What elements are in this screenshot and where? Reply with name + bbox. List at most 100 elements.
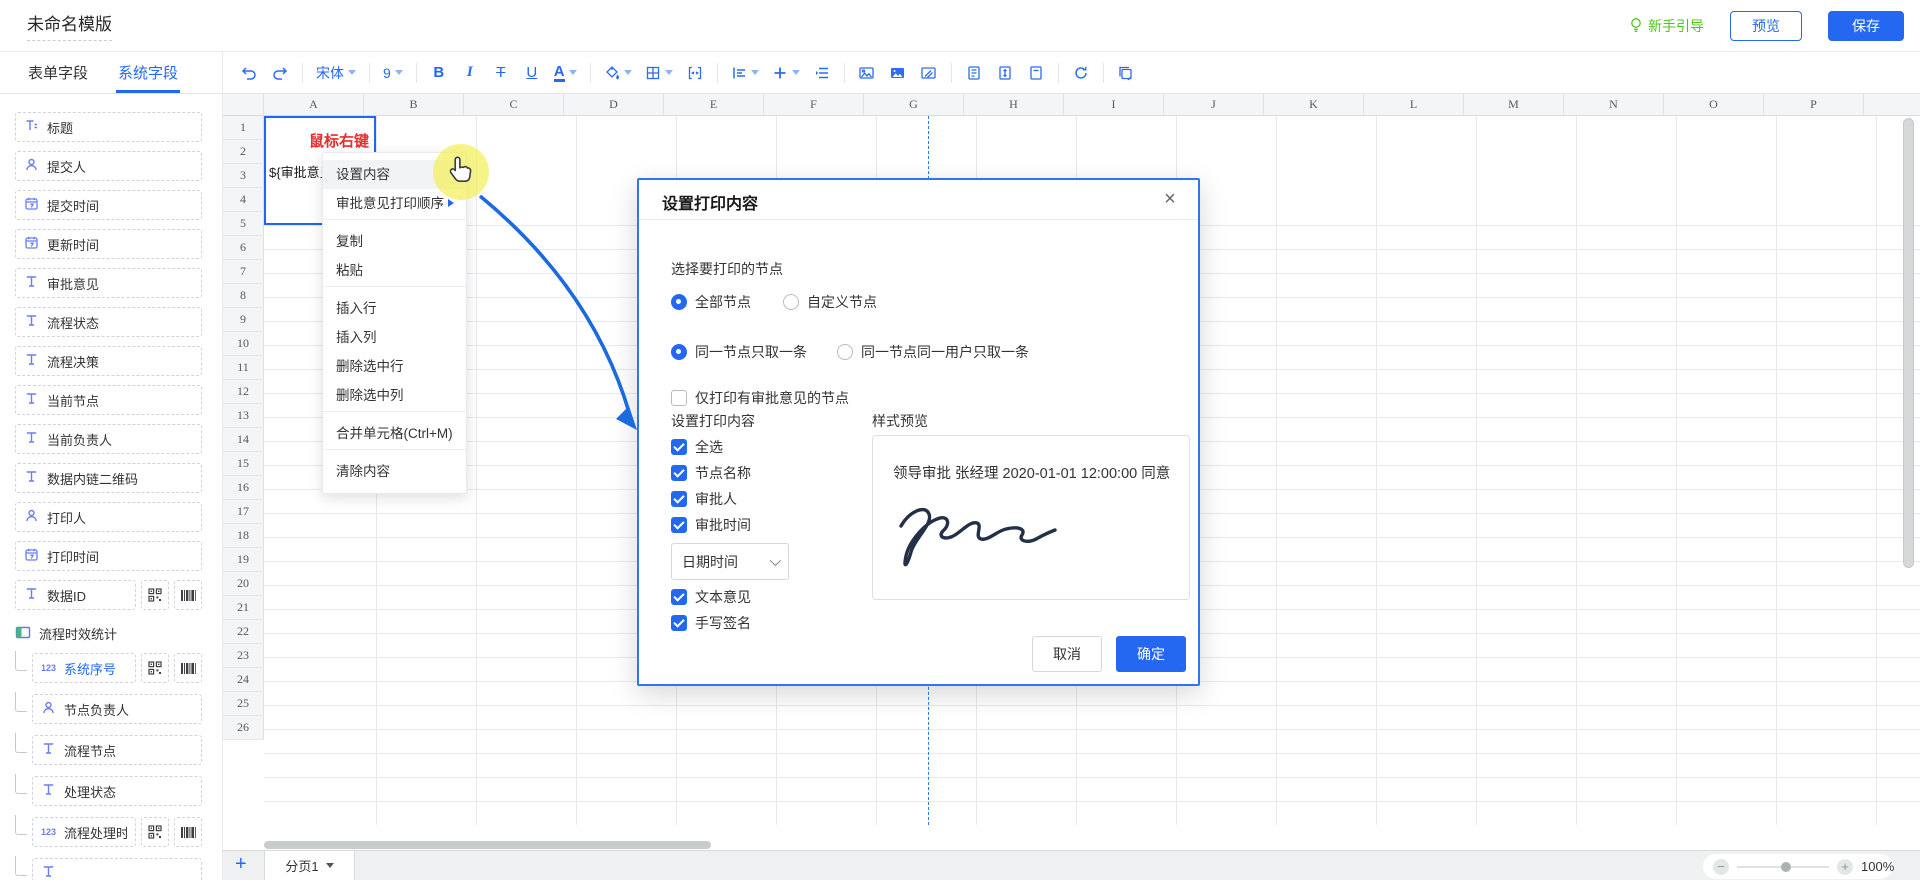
zoom-in-button[interactable]: +: [1837, 859, 1853, 875]
row-header[interactable]: 14: [223, 428, 264, 452]
only-opinion-checkbox[interactable]: 仅打印有审批意见的节点: [671, 390, 849, 406]
redo-button[interactable]: [271, 61, 289, 85]
content-checkbox[interactable]: 审批时间: [671, 517, 751, 533]
field-item[interactable]: 流程决策: [15, 346, 202, 376]
row-header[interactable]: 25: [223, 692, 264, 716]
context-menu-item[interactable]: 插入列: [323, 323, 466, 352]
row-header[interactable]: 8: [223, 284, 264, 308]
row-header[interactable]: 3: [223, 164, 264, 188]
field-item[interactable]: 123 流程处理时长: [32, 817, 136, 847]
context-menu-item[interactable]: 复制: [323, 227, 466, 256]
column-header[interactable]: A: [264, 94, 364, 116]
undo-button[interactable]: [240, 61, 258, 85]
field-item[interactable]: 审批意见: [15, 268, 202, 298]
page-settings-button[interactable]: [965, 61, 983, 85]
strikethrough-button[interactable]: T: [492, 61, 510, 85]
copy-style-button[interactable]: [1117, 61, 1135, 85]
barcode-button[interactable]: [174, 653, 202, 683]
row-header[interactable]: 12: [223, 380, 264, 404]
row-header[interactable]: 11: [223, 356, 264, 380]
column-header[interactable]: C: [464, 94, 564, 116]
refresh-button[interactable]: [1072, 61, 1090, 85]
radio-option[interactable]: 自定义节点: [783, 294, 877, 310]
field-item[interactable]: 数据内链二维码: [15, 463, 202, 493]
row-header[interactable]: 2: [223, 140, 264, 164]
field-item[interactable]: 当前负责人: [15, 424, 202, 454]
font-family-select[interactable]: 宋体: [316, 61, 356, 85]
row-header[interactable]: 17: [223, 500, 264, 524]
tab[interactable]: 表单字段: [26, 52, 90, 93]
field-item[interactable]: [32, 858, 202, 880]
tab[interactable]: 系统字段: [116, 52, 180, 93]
merge-cells-button[interactable]: [686, 61, 704, 85]
zoom-slider[interactable]: [1737, 866, 1829, 868]
context-menu-item[interactable]: 插入行: [323, 294, 466, 323]
field-item[interactable]: 打印时间: [15, 541, 202, 571]
vertical-scrollbar[interactable]: [1903, 118, 1914, 568]
field-item[interactable]: 提交人: [15, 151, 202, 181]
page-margin-button[interactable]: [1027, 61, 1045, 85]
row-header[interactable]: 16: [223, 476, 264, 500]
underline-button[interactable]: U: [523, 61, 541, 85]
context-menu-item[interactable]: 清除内容: [323, 457, 466, 486]
horizontal-align-button[interactable]: [731, 61, 759, 85]
content-checkbox[interactable]: 全选: [671, 439, 751, 455]
field-item[interactable]: 流程状态: [15, 307, 202, 337]
row-header[interactable]: 5: [223, 212, 264, 236]
field-item[interactable]: 标题: [15, 112, 202, 142]
barcode-button[interactable]: [174, 817, 202, 847]
row-header[interactable]: 22: [223, 620, 264, 644]
content-checkbox[interactable]: 节点名称: [671, 465, 751, 481]
row-header[interactable]: 21: [223, 596, 264, 620]
row-header[interactable]: 4: [223, 188, 264, 212]
column-header[interactable]: E: [664, 94, 764, 116]
content-checkbox[interactable]: 审批人: [671, 491, 751, 507]
qr-code-button[interactable]: [141, 580, 169, 610]
close-icon[interactable]: ×: [1158, 187, 1182, 211]
beginner-guide-link[interactable]: 新手引导: [1629, 16, 1704, 36]
radio-option[interactable]: 同一节点只取一条: [671, 344, 807, 360]
column-header[interactable]: L: [1364, 94, 1464, 116]
time-format-select[interactable]: 日期时间: [671, 543, 789, 580]
column-header[interactable]: J: [1164, 94, 1264, 116]
zoom-slider-thumb[interactable]: [1781, 862, 1791, 872]
preview-button[interactable]: 预览: [1730, 11, 1802, 41]
row-header[interactable]: 13: [223, 404, 264, 428]
column-header[interactable]: H: [964, 94, 1064, 116]
document-title[interactable]: 未命名模版: [27, 10, 112, 41]
row-header[interactable]: 19: [223, 548, 264, 572]
image-fill-button[interactable]: [889, 61, 907, 85]
context-menu-item[interactable]: 粘贴: [323, 256, 466, 287]
field-item[interactable]: 流程节点: [32, 735, 202, 765]
row-header[interactable]: 18: [223, 524, 264, 548]
italic-button[interactable]: I: [461, 61, 479, 85]
context-menu-item[interactable]: 删除选中列: [323, 381, 466, 412]
column-header[interactable]: F: [764, 94, 864, 116]
field-item[interactable]: 123 系统序号: [32, 653, 136, 683]
context-menu-item[interactable]: 删除选中行: [323, 352, 466, 381]
save-button[interactable]: 保存: [1828, 11, 1904, 41]
row-header[interactable]: 23: [223, 644, 264, 668]
font-color-button[interactable]: A: [554, 61, 577, 85]
column-header[interactable]: D: [564, 94, 664, 116]
row-header[interactable]: 6: [223, 236, 264, 260]
barcode-button[interactable]: [174, 580, 202, 610]
row-header[interactable]: 20: [223, 572, 264, 596]
row-header[interactable]: 1: [223, 116, 264, 140]
horizontal-scrollbar[interactable]: [264, 841, 711, 849]
font-size-select[interactable]: 9: [383, 61, 403, 85]
row-header[interactable]: 15: [223, 452, 264, 476]
field-item[interactable]: 当前节点: [15, 385, 202, 415]
column-header[interactable]: N: [1564, 94, 1664, 116]
radio-option[interactable]: 同一节点同一用户只取一条: [837, 344, 1029, 360]
field-item[interactable]: 提交时间: [15, 190, 202, 220]
borders-button[interactable]: [645, 61, 673, 85]
column-header[interactable]: P: [1764, 94, 1864, 116]
field-item[interactable]: 更新时间: [15, 229, 202, 259]
row-height-button[interactable]: [996, 61, 1014, 85]
insert-button[interactable]: [772, 61, 800, 85]
field-item[interactable]: 处理状态: [32, 776, 202, 806]
column-header[interactable]: K: [1264, 94, 1364, 116]
field-item[interactable]: 节点负责人: [32, 694, 202, 724]
add-sheet-button[interactable]: +: [235, 853, 247, 876]
